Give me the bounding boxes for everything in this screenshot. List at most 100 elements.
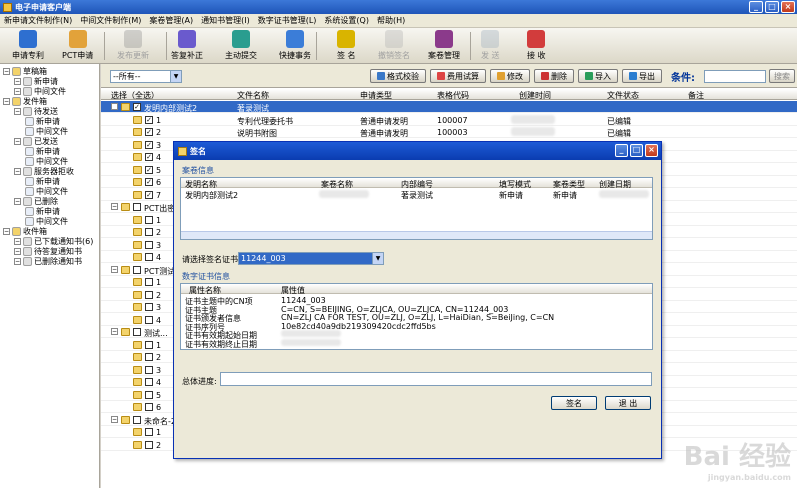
tree-item[interactable]: − 已发送 bbox=[14, 136, 58, 146]
col-remark[interactable]: 备注 bbox=[688, 90, 704, 101]
row-checkbox[interactable] bbox=[145, 303, 153, 311]
dialog-maximize-button[interactable]: □ bbox=[630, 144, 643, 157]
row-checkbox[interactable] bbox=[145, 290, 153, 299]
row-checkbox[interactable] bbox=[145, 390, 153, 399]
menu-new-application[interactable]: 新申请文件制作(N) bbox=[0, 15, 76, 26]
tree-item[interactable]: − 中间文件 bbox=[14, 86, 66, 96]
row-checkbox[interactable] bbox=[145, 403, 153, 411]
expand-toggle[interactable]: − bbox=[111, 203, 118, 210]
tree-item[interactable]: − 新申请 bbox=[14, 76, 58, 86]
exit-button[interactable]: 退 出 bbox=[605, 396, 651, 410]
toolbar-button-case-manage[interactable]: 案卷管理 bbox=[428, 30, 460, 62]
row-checkbox[interactable]: ✓ bbox=[145, 140, 153, 149]
cert-info-list[interactable]: 属性名称 属性值 证书主题中的CN项 11244_003 证书主题 C=CN, S=B… bbox=[180, 283, 653, 350]
row-checkbox[interactable] bbox=[145, 315, 153, 324]
menu-system-settings[interactable]: 系统设置(Q) bbox=[320, 15, 373, 26]
menu-help[interactable]: 帮助(H) bbox=[373, 15, 409, 26]
col-created-time[interactable]: 创建时间 bbox=[519, 90, 551, 101]
row-checkbox[interactable] bbox=[145, 228, 153, 236]
row-checkbox[interactable] bbox=[133, 415, 141, 424]
expand-toggle[interactable]: − bbox=[111, 103, 118, 110]
case-info-row[interactable]: 发明内部测试2 著录测试 新申请 新申请 bbox=[181, 189, 652, 200]
row-checkbox[interactable] bbox=[145, 278, 153, 286]
table-row[interactable]: − ✓ 发明内部测试2 著录测试 bbox=[101, 101, 797, 113]
toolbar-button-sign[interactable]: 签 名 bbox=[337, 30, 356, 62]
row-checkbox[interactable]: ✓ bbox=[145, 128, 153, 136]
expand-toggle[interactable]: − bbox=[14, 77, 21, 85]
row-checkbox[interactable]: ✓ bbox=[133, 103, 141, 111]
tree-item[interactable]: 中间文件 bbox=[25, 126, 68, 136]
expand-toggle[interactable]: − bbox=[14, 257, 21, 265]
expand-toggle[interactable]: − bbox=[14, 237, 21, 245]
row-checkbox[interactable] bbox=[145, 353, 153, 361]
tree-item[interactable]: − 已删除通知书 bbox=[14, 256, 82, 266]
dialog-minimize-button[interactable]: _ bbox=[615, 144, 628, 157]
delete-button[interactable]: 删除 bbox=[534, 69, 574, 83]
expand-toggle[interactable]: − bbox=[14, 137, 21, 145]
toolbar-button-receive[interactable]: 接 收 bbox=[527, 30, 546, 62]
dialog-close-button[interactable]: × bbox=[645, 144, 658, 157]
expand-toggle[interactable]: − bbox=[14, 167, 21, 175]
condition-input[interactable] bbox=[704, 70, 766, 83]
tree-item[interactable]: 新申请 bbox=[25, 116, 60, 126]
tree-item[interactable]: 新申请 bbox=[25, 146, 60, 156]
row-checkbox[interactable] bbox=[145, 365, 153, 374]
case-info-list[interactable]: 发明名称 案卷名称 内部编号 填写模式 案卷类型 创建日期 发明内部测试2 著录… bbox=[180, 177, 653, 240]
row-checkbox[interactable] bbox=[133, 203, 141, 211]
toolbar-button-submit[interactable]: 主动提交 bbox=[225, 30, 257, 62]
maximize-button[interactable]: □ bbox=[765, 1, 779, 13]
expand-toggle[interactable]: − bbox=[111, 415, 118, 423]
menu-certificate-management[interactable]: 数字证书管理(L) bbox=[254, 15, 321, 26]
col-select[interactable]: 选择（全选） bbox=[111, 90, 159, 101]
expand-toggle[interactable]: − bbox=[14, 107, 21, 115]
row-checkbox[interactable] bbox=[145, 428, 153, 436]
category-select[interactable]: --所有-- ▼ bbox=[110, 70, 182, 83]
expand-toggle[interactable]: − bbox=[3, 97, 10, 105]
table-row[interactable]: ✓ 1 专利代理委托书 普通申请发明 100007 已编辑 bbox=[101, 114, 797, 126]
row-checkbox[interactable]: ✓ bbox=[145, 153, 153, 161]
row-checkbox[interactable] bbox=[145, 378, 153, 386]
tree-item[interactable]: 新申请 bbox=[25, 206, 60, 216]
toolbar-button-unsign[interactable]: 撤销签名 bbox=[378, 30, 410, 62]
expand-toggle[interactable]: − bbox=[111, 328, 118, 335]
tree-item[interactable]: − 草稿箱 bbox=[3, 66, 47, 76]
tree-item[interactable]: 中间文件 bbox=[25, 156, 68, 166]
row-checkbox[interactable] bbox=[133, 265, 141, 274]
toolbar-button-pct[interactable]: PCT申请 bbox=[62, 30, 93, 62]
row-checkbox[interactable]: ✓ bbox=[145, 178, 153, 186]
edit-button[interactable]: 修改 bbox=[490, 69, 530, 83]
row-checkbox[interactable] bbox=[145, 240, 153, 249]
toolbar-button-quick-task[interactable]: 快捷事务 bbox=[279, 30, 311, 62]
col-apply-type[interactable]: 申请类型 bbox=[360, 90, 392, 101]
col-filename[interactable]: 文件名称 bbox=[237, 90, 269, 101]
cert-select[interactable]: 11244_003 ▼ bbox=[238, 252, 384, 265]
menu-case-management[interactable]: 案卷管理(A) bbox=[145, 15, 197, 26]
tree-item[interactable]: 中间文件 bbox=[25, 216, 68, 226]
expand-toggle[interactable]: − bbox=[111, 265, 118, 273]
row-checkbox[interactable]: ✓ bbox=[145, 165, 153, 174]
toolbar-button-reply[interactable]: 答复补正 bbox=[171, 30, 203, 62]
toolbar-button-send[interactable]: 发 送 bbox=[481, 30, 500, 62]
row-checkbox[interactable] bbox=[145, 215, 153, 224]
toolbar-button-apply-patent[interactable]: 申请专利 bbox=[12, 30, 44, 62]
tree-item[interactable]: − 收件箱 bbox=[3, 226, 47, 236]
col-file-status[interactable]: 文件状态 bbox=[607, 90, 639, 101]
expand-toggle[interactable]: − bbox=[14, 87, 21, 95]
menu-notice-management[interactable]: 通知书管理(I) bbox=[197, 15, 254, 26]
row-checkbox[interactable] bbox=[133, 328, 141, 336]
horizontal-scrollbar[interactable] bbox=[181, 231, 652, 239]
tree-item[interactable]: − 待发送 bbox=[14, 106, 58, 116]
minimize-button[interactable]: _ bbox=[749, 1, 763, 13]
row-checkbox[interactable] bbox=[145, 440, 153, 449]
expand-toggle[interactable]: − bbox=[3, 67, 10, 75]
tree-item[interactable]: − 待答复通知书 bbox=[14, 246, 82, 256]
expand-toggle[interactable]: − bbox=[3, 227, 10, 235]
cert-row[interactable]: 证书有效期终止日期 bbox=[181, 338, 652, 349]
tree-item[interactable]: − 已下载通知书(6) bbox=[14, 236, 93, 246]
expand-toggle[interactable]: − bbox=[14, 247, 21, 255]
import-button[interactable]: 导入 bbox=[578, 69, 618, 83]
sign-button[interactable]: 签名 bbox=[551, 396, 597, 410]
tree-item[interactable]: 中间文件 bbox=[25, 186, 68, 196]
tree-item[interactable]: 新申请 bbox=[25, 176, 60, 186]
row-checkbox[interactable]: ✓ bbox=[145, 190, 153, 199]
